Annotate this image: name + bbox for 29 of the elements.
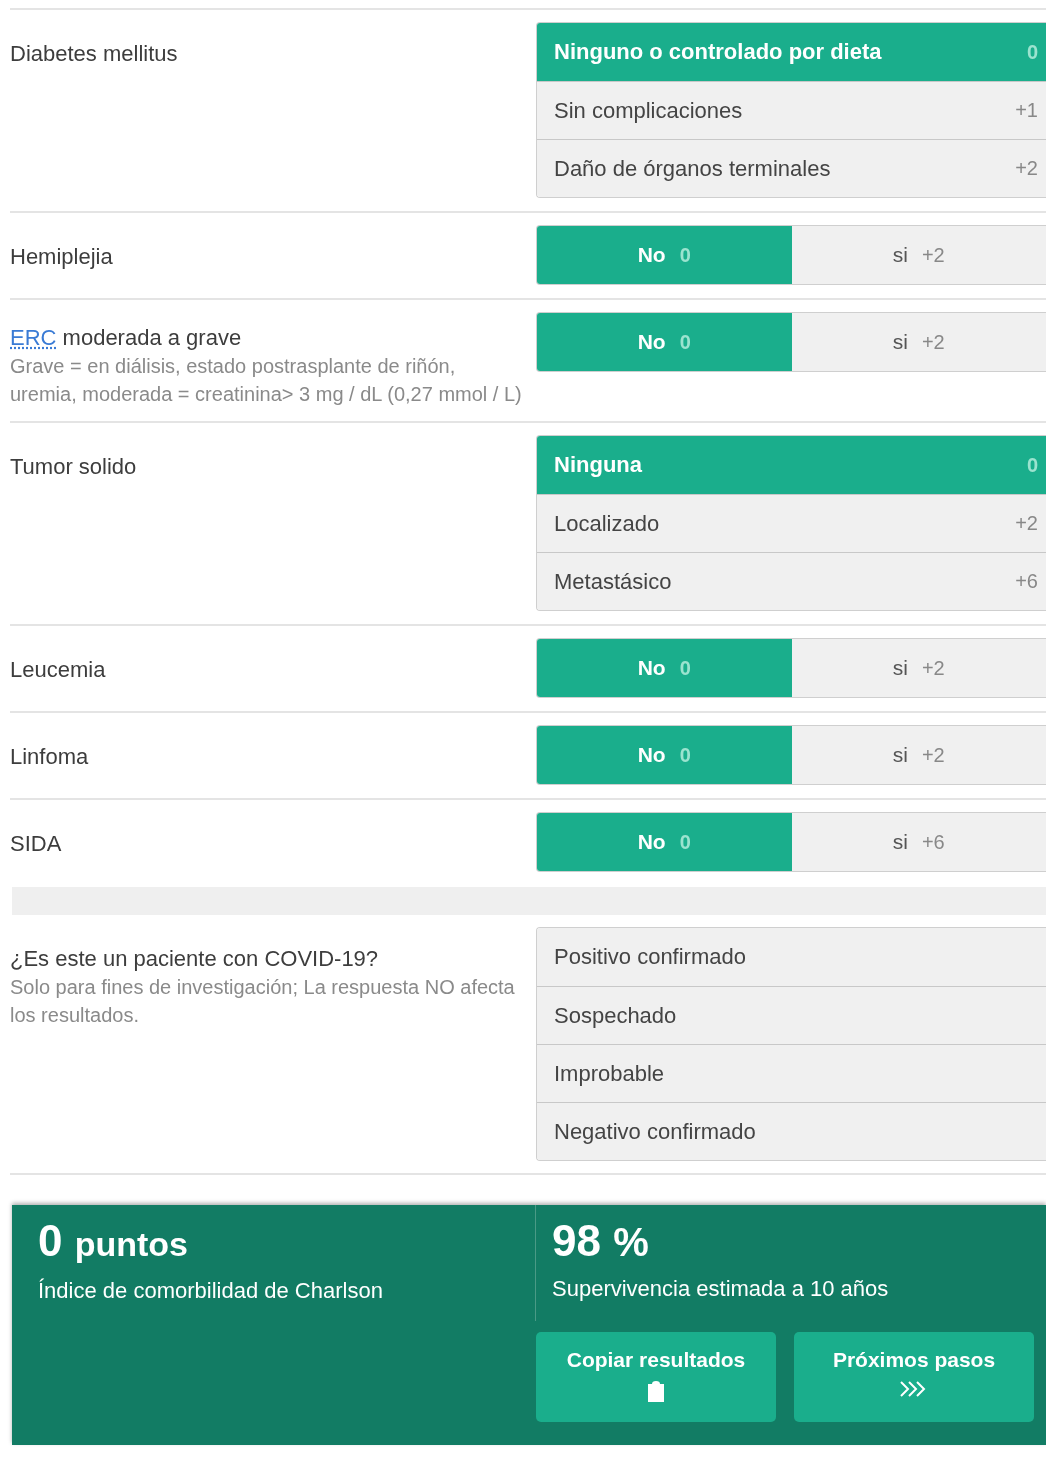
question-label: SIDA: [10, 830, 63, 858]
toggle-option[interactable]: si +2: [791, 226, 1046, 284]
question-label: Leucemia: [10, 656, 107, 684]
option-item[interactable]: Negativo confirmado: [537, 1102, 1046, 1160]
score-value: 0 puntos: [38, 1215, 189, 1267]
question-hint: Grave = en diálisis, estado postrasplante de riñón, uremia, moderada = creatinina> 3 mg / dL (0,27 mmol / L): [10, 354, 523, 407]
question-label: Diabetes mellitus: [10, 40, 179, 68]
question-label: Linfoma: [10, 743, 90, 771]
question-hint: Solo para fines de investigación; La respuesta NO afecta los resultados.: [10, 975, 516, 1028]
abbreviation-link[interactable]: ERC: [10, 325, 57, 350]
toggle-option[interactable]: si +6: [791, 813, 1046, 871]
option-item[interactable]: Localizado +2: [537, 494, 1046, 552]
option-item[interactable]: Sin complicaciones +1: [537, 81, 1046, 139]
clipboard-icon: [646, 1380, 666, 1402]
option-item[interactable]: Daño de órganos terminales +2: [537, 139, 1046, 197]
survival-label: Supervivencia estimada a 10 años: [552, 1276, 890, 1302]
toggle-option[interactable]: si +2: [791, 639, 1046, 697]
question-label: ¿Es este un paciente con COVID-19?: [10, 945, 380, 973]
option-item[interactable]: Metastásico +6: [537, 552, 1046, 610]
toggle-option[interactable]: si +2: [791, 313, 1046, 371]
score-label: Índice de comorbilidad de Charlson: [38, 1278, 384, 1304]
option-item[interactable]: Sospechado: [537, 986, 1046, 1044]
question-label: Tumor solido: [10, 453, 138, 481]
survival-value: 98 %: [552, 1215, 650, 1267]
toggle-option[interactable]: si +2: [791, 726, 1046, 784]
option-item[interactable]: Positivo confirmado: [537, 928, 1046, 986]
question-label: Hemiplejia: [10, 243, 114, 271]
question-label: ERC moderada a grave: [10, 324, 243, 352]
option-item[interactable]: Improbable: [537, 1044, 1046, 1102]
